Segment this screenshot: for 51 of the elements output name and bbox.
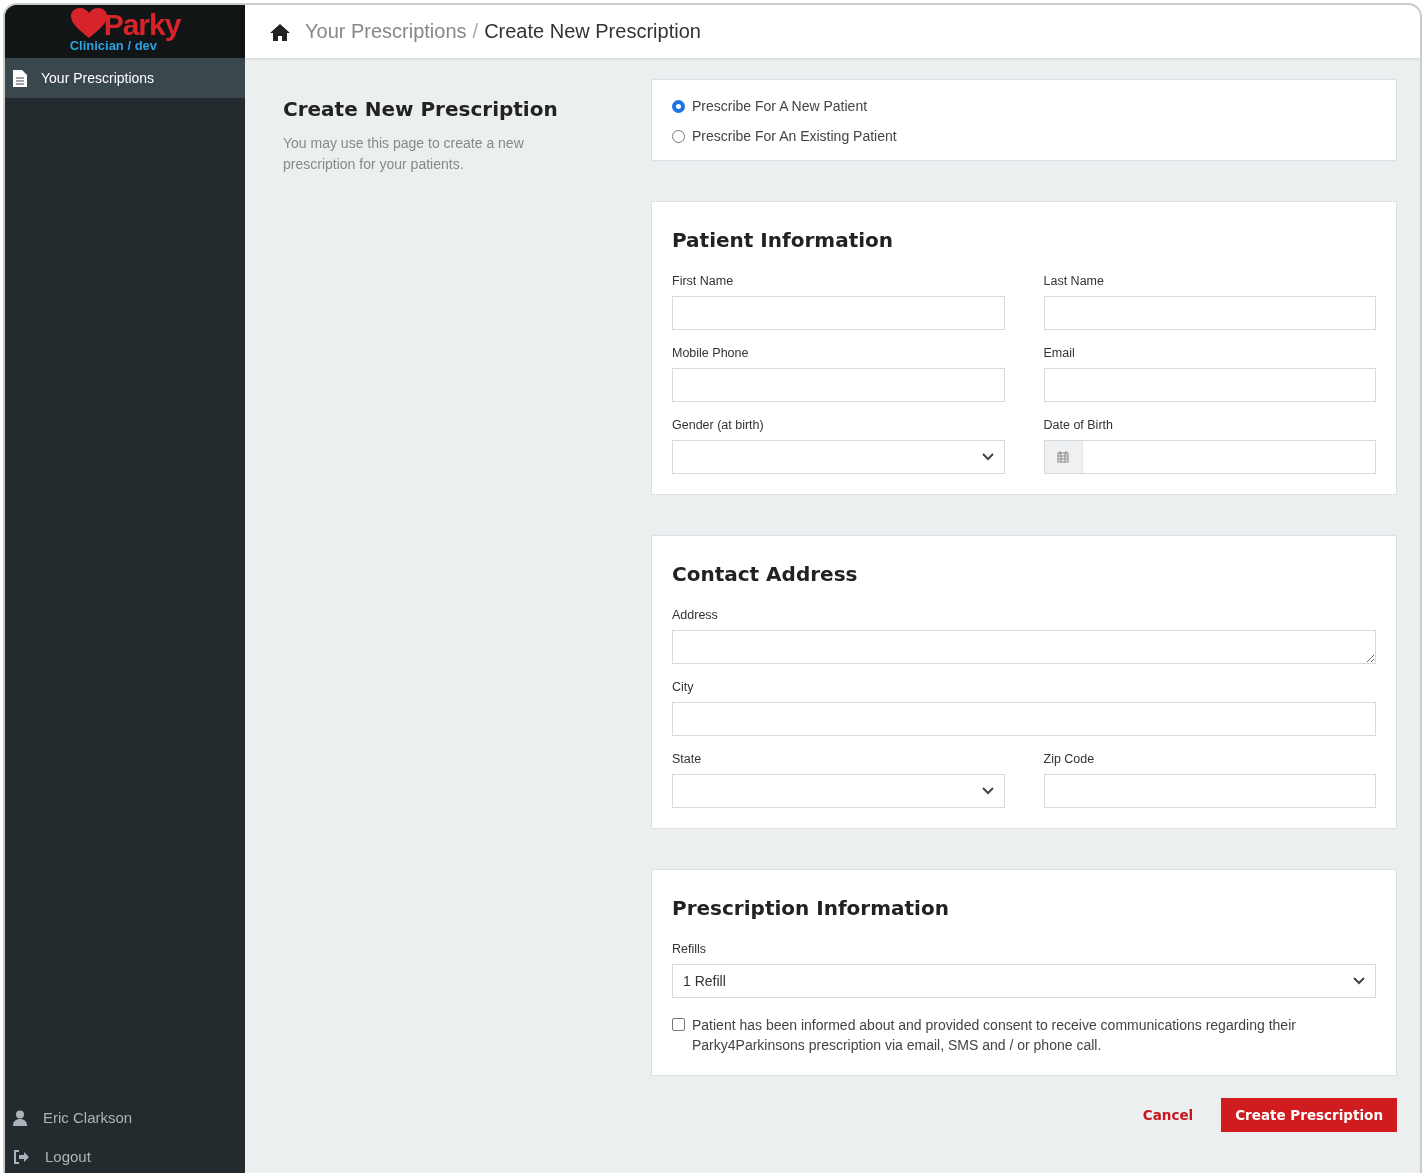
breadcrumb-separator: / [472, 20, 479, 43]
text-input[interactable] [1043, 296, 1376, 330]
select-field[interactable] [672, 774, 1005, 808]
field-label: State [672, 752, 703, 766]
field-label: Address [672, 608, 719, 622]
sidebar-item[interactable]: Your Prescriptions [5, 58, 245, 98]
field-label: Last Name [1043, 274, 1105, 288]
text-input[interactable] [672, 702, 1376, 736]
radio-option[interactable]: Prescribe For An Existing Patient [672, 128, 1376, 144]
breadcrumb-current: Create New Prescription [484, 20, 701, 43]
text-input[interactable] [1043, 368, 1376, 402]
chevron-down-icon [1353, 977, 1365, 985]
user-icon [13, 1109, 27, 1126]
text-input[interactable] [672, 296, 1005, 330]
radio-option[interactable]: Prescribe For A New Patient [672, 98, 1376, 114]
select-field[interactable]: 1 Refill [672, 964, 1376, 998]
logout-link[interactable]: Logout [5, 1137, 245, 1173]
chevron-down-icon [981, 453, 994, 461]
field-label: Date of Birth [1043, 418, 1114, 432]
consent-checkbox[interactable]: Patient has been informed about and provided consent to receive communications regarding their Parky4Parkinsons prescription via email, SMS and / or phone call. [672, 1015, 1376, 1055]
field-label: Gender (at birth) [672, 418, 765, 432]
home-icon[interactable] [269, 22, 291, 41]
brand-name: Parky [103, 11, 181, 39]
document-icon [13, 69, 27, 87]
field-label: City [672, 680, 695, 694]
field-label: Email [1043, 346, 1076, 360]
sign-out-icon [13, 1149, 29, 1164]
chevron-down-icon [981, 787, 994, 795]
section-title: Patient Information [672, 228, 895, 252]
field-label: Refills [672, 942, 708, 956]
text-input[interactable] [672, 368, 1005, 402]
field-label: Mobile Phone [672, 346, 750, 360]
consent-text: Patient has been informed about and provided consent to receive communications regarding their Parky4Parkinsons prescription via email, SMS and / or phone call. [692, 1016, 1297, 1055]
section-title: Prescription Information [672, 896, 950, 920]
date-field[interactable] [1043, 440, 1376, 474]
calendar-icon [1057, 451, 1069, 463]
user-link[interactable]: Eric Clarkson [5, 1098, 245, 1137]
section-title: Contact Address [672, 562, 859, 586]
page-title: Create New Prescription [283, 97, 559, 121]
select-field[interactable] [672, 440, 1005, 474]
breadcrumb-link[interactable]: Your Prescriptions [305, 20, 467, 43]
radio-label: Prescribe For An Existing Patient [692, 128, 897, 144]
field-label: Zip Code [1043, 752, 1096, 766]
brand-subtitle: Clinician / dev [69, 39, 158, 52]
create-prescription-button[interactable]: Create Prescription [1221, 1098, 1397, 1132]
radio-label: Prescribe For A New Patient [692, 98, 868, 114]
cancel-button[interactable]: Cancel [1136, 1106, 1200, 1124]
textarea-input[interactable] [672, 630, 1376, 664]
page-description: You may use this page to create a new prescription for your patients. [283, 134, 525, 174]
field-label: First Name [672, 274, 735, 288]
text-input[interactable] [1043, 774, 1376, 808]
